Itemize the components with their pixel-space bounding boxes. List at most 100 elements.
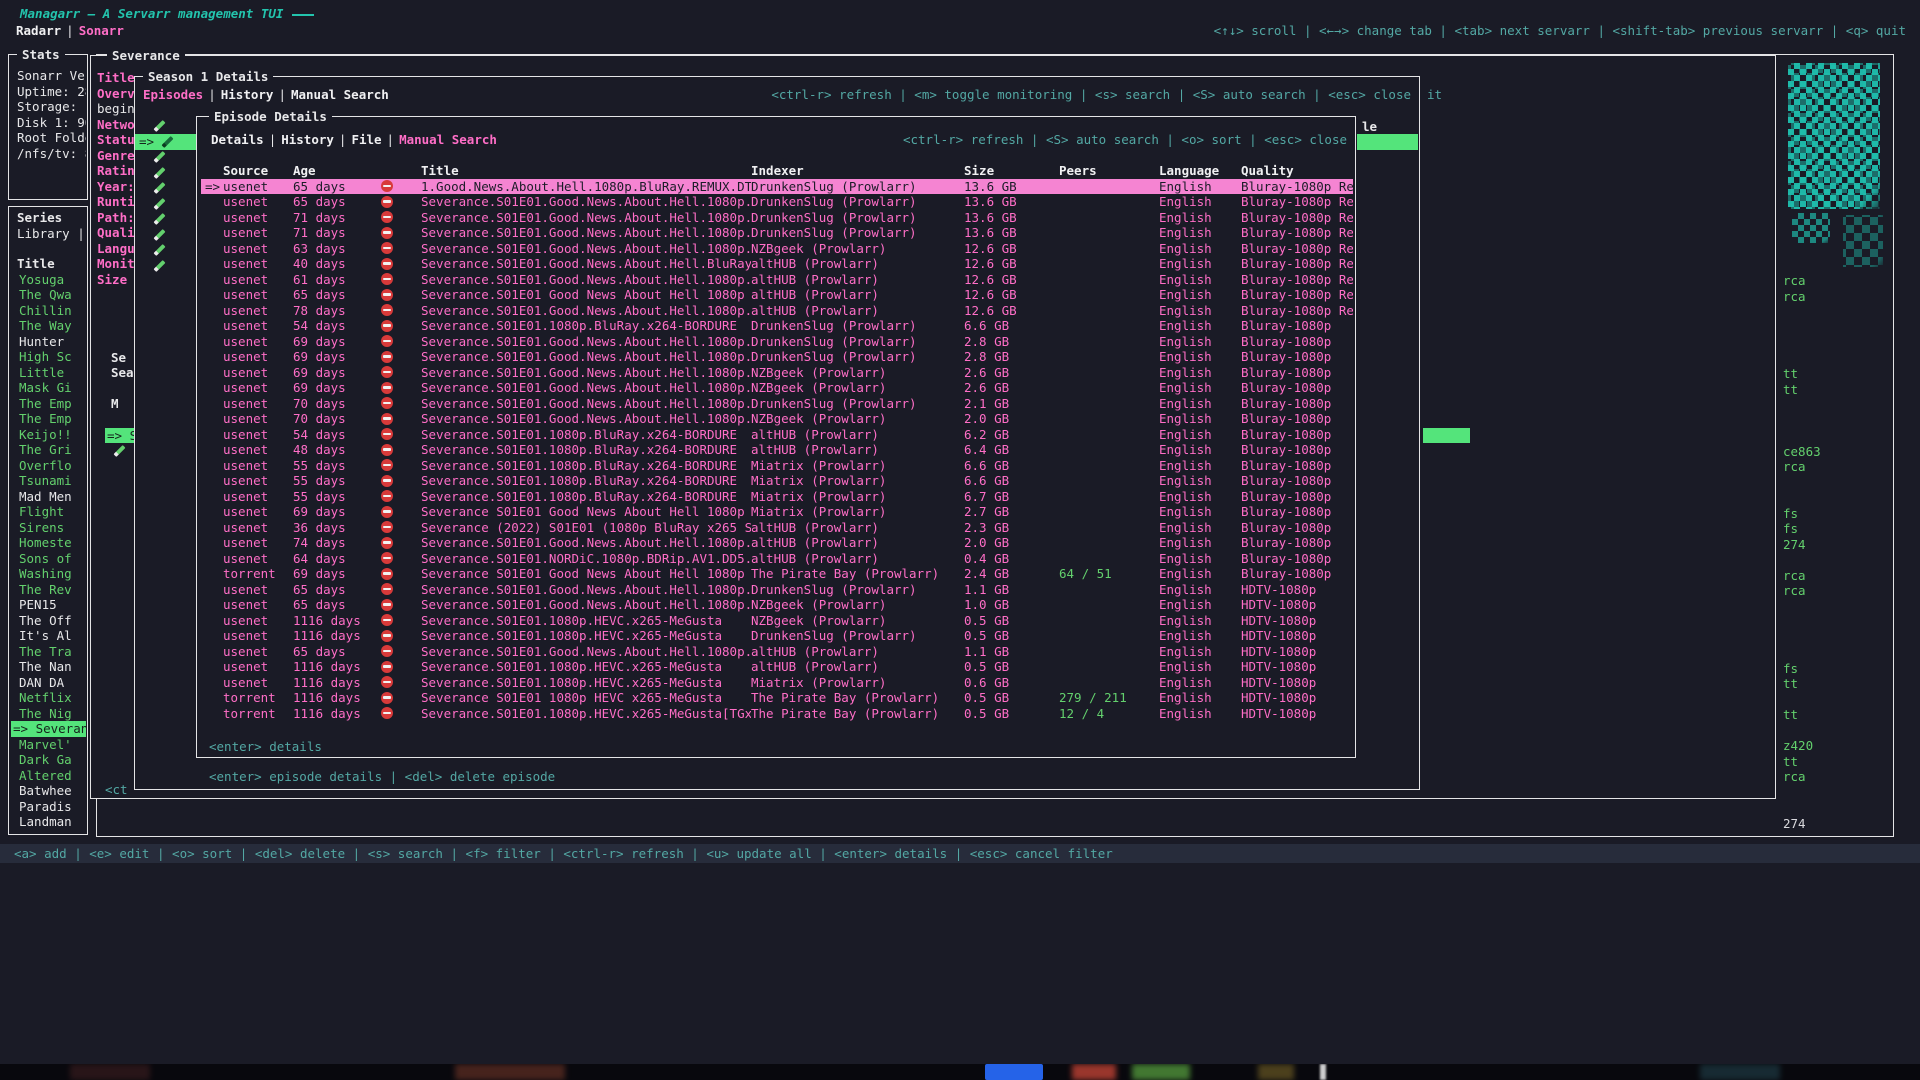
series-item[interactable]: The Off [11,613,86,629]
tab-episode-history[interactable]: History [281,132,334,147]
series-item[interactable]: Dark Ga [11,752,86,768]
release-row[interactable]: usenet48 daysSeverance.S01E01.1080p.BluR… [201,442,1353,458]
series-item[interactable]: Washing [11,566,86,582]
release-row[interactable]: =>usenet65 days1.Good.News.About.Hell.10… [201,179,1353,195]
series-item[interactable]: Paradis [11,799,86,815]
selected-season-row-fragment-right[interactable] [1423,428,1470,444]
series-item[interactable]: Overflo [11,458,86,474]
release-row[interactable]: usenet55 daysSeverance.S01E01.1080p.BluR… [201,473,1353,489]
release-cell-peers [1059,241,1159,257]
release-row[interactable]: usenet61 daysSeverance.S01E01.Good.News.… [201,272,1353,288]
release-cell-peers [1059,194,1159,210]
release-row[interactable]: usenet54 daysSeverance.S01E01.1080p.BluR… [201,427,1353,443]
rejected-icon [381,335,393,347]
release-row[interactable]: usenet40 daysSeverance.S01E01.Good.News.… [201,256,1353,272]
series-item[interactable]: Altered [11,768,86,784]
tab-episode-file[interactable]: File [351,132,381,147]
series-item[interactable]: => Severan [11,721,86,737]
series-item[interactable]: PEN15 [11,597,86,613]
release-cell-source: usenet [223,179,293,195]
release-row[interactable]: usenet71 daysSeverance.S01E01.Good.News.… [201,225,1353,241]
series-item[interactable]: The Gri [11,442,86,458]
series-item[interactable]: Tsunami [11,473,86,489]
release-row[interactable]: usenet36 daysSeverance (2022) S01E01 (10… [201,520,1353,536]
release-column-header: Title [421,163,751,179]
series-item[interactable]: Little [11,365,86,381]
release-row[interactable]: usenet65 daysSeverance.S01E01.Good.News.… [201,194,1353,210]
series-item[interactable]: Marvel' [11,737,86,753]
release-row[interactable]: torrent1116 daysSeverance S01E01 1080p H… [201,690,1353,706]
series-item[interactable]: The Qwa [11,287,86,303]
release-row[interactable]: usenet65 daysSeverance.S01E01.Good.News.… [201,582,1353,598]
release-row[interactable]: usenet1116 daysSeverance.S01E01.1080p.HE… [201,628,1353,644]
series-item[interactable]: Mask Gi [11,380,86,396]
series-item[interactable]: High Sc [11,349,86,365]
release-row[interactable]: usenet65 daysSeverance.S01E01.Good.News.… [201,644,1353,660]
tab-radarr[interactable]: Radarr [16,23,61,38]
release-row[interactable]: torrent69 daysSeverance S01E01 Good News… [201,566,1353,582]
series-item[interactable]: Keijo!! [11,427,86,443]
series-item[interactable]: Yosuga [11,272,86,288]
series-item[interactable]: Chillin [11,303,86,319]
release-row[interactable]: usenet69 daysSeverance.S01E01.Good.News.… [201,334,1353,350]
series-item[interactable]: Sons of [11,551,86,567]
tab-episode-details[interactable]: Details [211,132,264,147]
release-row[interactable]: usenet69 daysSeverance.S01E01.Good.News.… [201,365,1353,381]
series-item[interactable]: The Nig [11,706,86,722]
release-row[interactable]: usenet69 daysSeverance S01E01 Good News … [201,504,1353,520]
series-item[interactable]: Sirens [11,520,86,536]
series-item[interactable]: The Emp [11,411,86,427]
release-row[interactable]: usenet70 daysSeverance.S01E01.Good.News.… [201,396,1353,412]
release-row[interactable]: usenet64 daysSeverance.S01E01.NORDiC.108… [201,551,1353,567]
series-item[interactable]: DAN DA [11,675,86,691]
series-item[interactable]: Batwhee [11,783,86,799]
series-item[interactable]: The Rev [11,582,86,598]
series-item[interactable]: The Tra [11,644,86,660]
selected-season-row-fragment[interactable]: => S [105,428,135,444]
release-cell-language: English [1159,675,1241,691]
background-text-fragment: fs [1783,506,1798,522]
series-item[interactable]: The Way [11,318,86,334]
series-item[interactable]: Hunter [11,334,86,350]
release-cell-size: 6.2 GB [964,427,1059,443]
release-row[interactable]: usenet65 daysSeverance.S01E01.Good.News.… [201,597,1353,613]
tab-episodes[interactable]: Episodes [143,87,203,102]
selected-episode-row-fragment[interactable]: => [135,134,197,150]
release-row[interactable]: usenet55 daysSeverance.S01E01.1080p.BluR… [201,458,1353,474]
release-cell-quality: HDTV-1080p [1241,644,1353,660]
tab-season-manual-search[interactable]: Manual Search [291,87,389,102]
release-row[interactable]: usenet74 daysSeverance.S01E01.Good.News.… [201,535,1353,551]
release-row[interactable]: usenet70 daysSeverance.S01E01.Good.News.… [201,411,1353,427]
release-cell-source: usenet [223,442,293,458]
series-item[interactable]: The Nan [11,659,86,675]
release-row[interactable]: usenet69 daysSeverance.S01E01.Good.News.… [201,349,1353,365]
tab-season-history[interactable]: History [221,87,274,102]
series-item[interactable]: Homeste [11,535,86,551]
tab-sonarr[interactable]: Sonarr [79,23,124,38]
tab-episode-manual-search[interactable]: Manual Search [399,132,497,147]
library-tabs-fragment: Library | [17,226,86,242]
background-text-fragment: ce863 [1783,444,1821,460]
release-row[interactable]: usenet1116 daysSeverance.S01E01.1080p.HE… [201,613,1353,629]
release-row[interactable]: usenet78 daysSeverance.S01E01.Good.News.… [201,303,1353,319]
release-row[interactable]: usenet71 daysSeverance.S01E01.Good.News.… [201,210,1353,226]
series-item[interactable]: Landman [11,814,86,830]
release-cell-source: usenet [223,225,293,241]
season-window-title: Season 1 Details [143,69,273,85]
release-row[interactable]: usenet65 daysSeverance.S01E01 Good News … [201,287,1353,303]
release-row[interactable]: usenet55 daysSeverance.S01E01.1080p.BluR… [201,489,1353,505]
release-row[interactable]: torrent1116 daysSeverance.S01E01.1080p.H… [201,706,1353,722]
series-item[interactable]: Netflix [11,690,86,706]
release-cell-prefix [201,225,223,241]
release-row[interactable]: usenet54 daysSeverance.S01E01.1080p.BluR… [201,318,1353,334]
series-item[interactable]: It's Al [11,628,86,644]
release-row[interactable]: usenet69 daysSeverance.S01E01.Good.News.… [201,380,1353,396]
series-item[interactable]: Flight [11,504,86,520]
release-row[interactable]: usenet1116 daysSeverance.S01E01.1080p.HE… [201,659,1353,675]
release-row[interactable]: usenet1116 daysSeverance.S01E01.1080p.HE… [201,675,1353,691]
series-item[interactable]: Mad Men [11,489,86,505]
release-cell-peers [1059,675,1159,691]
series-item[interactable]: The Emp [11,396,86,412]
selected-episode-row-fragment-right[interactable] [1357,134,1418,150]
release-row[interactable]: usenet63 daysSeverance.S01E01.Good.News.… [201,241,1353,257]
